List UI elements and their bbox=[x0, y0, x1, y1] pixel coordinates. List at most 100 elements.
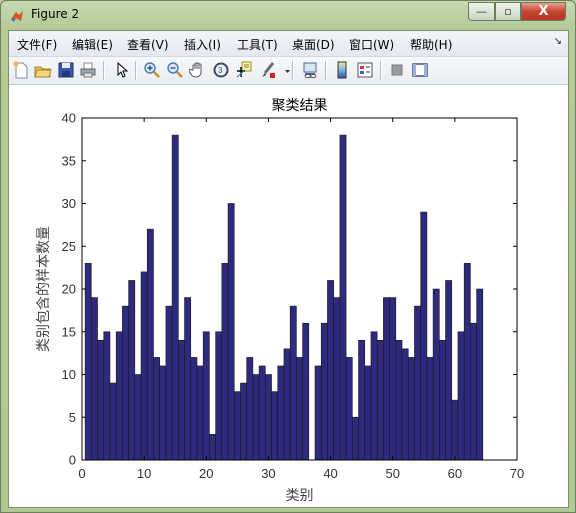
dock-arrow-icon[interactable]: ↘ bbox=[554, 36, 562, 47]
bar-category-15 bbox=[171, 134, 179, 461]
zoom-in-icon[interactable] bbox=[143, 61, 161, 79]
x-tick-label: 40 bbox=[323, 466, 337, 481]
bar-chart[interactable]: 0 10 20 30 40 50 60 700510152025303540 聚类结果 类别 … bbox=[9, 85, 568, 507]
brush-icon[interactable] bbox=[259, 61, 277, 79]
bar-category-24 bbox=[227, 203, 235, 461]
bar-category-36 bbox=[302, 322, 310, 461]
bar-category-54 bbox=[414, 305, 421, 461]
bar-category-23 bbox=[221, 263, 229, 461]
bar-category-48 bbox=[376, 340, 384, 461]
bar-category-55 bbox=[420, 211, 428, 461]
bar-category-19 bbox=[196, 365, 204, 461]
bar-category-21 bbox=[209, 434, 216, 461]
y-tick-label: 30 bbox=[62, 196, 76, 211]
open-file-icon[interactable] bbox=[34, 61, 52, 79]
bar-category-39 bbox=[320, 322, 328, 461]
minimize-button[interactable]: — bbox=[468, 2, 495, 21]
bar-category-26 bbox=[240, 382, 247, 461]
bar-category-18 bbox=[190, 357, 198, 461]
y-tick-label: 15 bbox=[62, 324, 76, 339]
bar-category-22 bbox=[215, 331, 223, 461]
bar-category-45 bbox=[358, 340, 366, 461]
pointer-icon[interactable] bbox=[113, 61, 131, 79]
maximize-button[interactable]: ▫ bbox=[495, 2, 521, 21]
bar-category-28 bbox=[252, 374, 260, 461]
bar-category-32 bbox=[277, 365, 285, 461]
bar-category-12 bbox=[153, 357, 160, 461]
bar-category-9 bbox=[134, 374, 142, 461]
bar-category-10 bbox=[140, 271, 148, 461]
bar-category-30 bbox=[265, 374, 272, 461]
x-axis-label: 类别 bbox=[286, 487, 314, 503]
bar-category-61 bbox=[457, 331, 465, 461]
bar-category-14 bbox=[165, 305, 173, 461]
toolbar-separator bbox=[380, 61, 382, 80]
minimize-icon: — bbox=[476, 5, 487, 18]
bar-category-33 bbox=[283, 348, 291, 461]
bar-category-8 bbox=[128, 280, 136, 461]
menu-tools[interactable]: 工具(T) bbox=[237, 36, 278, 53]
y-tick-label: 25 bbox=[62, 239, 76, 254]
menu-insert[interactable]: 插入(I) bbox=[184, 36, 221, 53]
close-icon: X bbox=[538, 4, 549, 19]
bar-category-43 bbox=[345, 357, 353, 461]
link-plot-icon[interactable] bbox=[301, 61, 319, 79]
bar-category-27 bbox=[246, 357, 254, 461]
y-tick-label: 20 bbox=[62, 282, 76, 297]
show-plot-tools-icon[interactable] bbox=[411, 61, 429, 79]
bar-category-3 bbox=[97, 340, 105, 461]
bar-category-2 bbox=[91, 297, 98, 461]
rotate-3d-icon[interactable]: 3 bbox=[212, 61, 230, 79]
zoom-out-icon[interactable] bbox=[166, 61, 184, 79]
x-tick-label: 70 bbox=[510, 466, 524, 481]
close-button[interactable]: X bbox=[521, 2, 566, 21]
x-tick-label: 50 bbox=[385, 466, 399, 481]
bar-category-60 bbox=[451, 399, 459, 461]
bar-category-44 bbox=[352, 416, 359, 461]
colorbar-icon[interactable] bbox=[333, 61, 351, 79]
save-icon[interactable] bbox=[57, 61, 75, 79]
bar-category-51 bbox=[395, 340, 403, 461]
bar-category-5 bbox=[109, 382, 117, 461]
pan-hand-icon[interactable] bbox=[189, 61, 207, 79]
menu-bar: 文件(F) 编辑(E) 查看(V) 插入(I) 工具(T) 桌面(D) 窗口(W… bbox=[9, 31, 568, 57]
bar-category-16 bbox=[178, 340, 185, 461]
menu-help[interactable]: 帮助(H) bbox=[410, 36, 452, 53]
menu-edit[interactable]: 编辑(E) bbox=[72, 36, 113, 53]
menu-window[interactable]: 窗口(W) bbox=[349, 36, 394, 53]
bar-category-62 bbox=[463, 263, 471, 461]
new-figure-icon[interactable] bbox=[12, 61, 30, 79]
bar-category-25 bbox=[233, 391, 241, 461]
toolbar-separator bbox=[135, 61, 137, 80]
bar-category-53 bbox=[407, 357, 415, 461]
x-tick-label: 10 bbox=[137, 466, 151, 481]
x-tick-label: 30 bbox=[261, 466, 275, 481]
bar-category-20 bbox=[202, 331, 210, 461]
hide-plot-tools-icon[interactable] bbox=[388, 61, 406, 79]
bar-category-46 bbox=[364, 365, 372, 461]
x-tick-label: 20 bbox=[199, 466, 213, 481]
title-bar[interactable]: Figure 2 — ▫ X bbox=[1, 1, 575, 29]
bar-category-13 bbox=[159, 365, 167, 461]
bar-category-63 bbox=[470, 322, 477, 461]
bar-category-38 bbox=[314, 365, 322, 461]
legend-icon[interactable] bbox=[356, 61, 374, 79]
bar-category-29 bbox=[258, 365, 266, 461]
data-cursor-icon[interactable] bbox=[235, 61, 253, 79]
bar-category-35 bbox=[296, 357, 303, 461]
bar-category-50 bbox=[389, 297, 397, 461]
figure-canvas: 0 10 20 30 40 50 60 70 0 5 10 15 20 25 30 35 40 聚类结果 类别 … bbox=[9, 85, 568, 507]
menu-view[interactable]: 查看(V) bbox=[127, 36, 169, 53]
bar-category-11 bbox=[146, 228, 154, 461]
window-title: Figure 2 bbox=[31, 7, 80, 21]
y-tick-label: 40 bbox=[62, 111, 76, 126]
menu-file[interactable]: 文件(F) bbox=[17, 36, 57, 53]
x-tick-label: 60 bbox=[448, 466, 462, 481]
bar-category-47 bbox=[370, 331, 378, 461]
chart-title: 聚类结果 bbox=[272, 97, 328, 113]
bar-series bbox=[84, 134, 484, 461]
bar-category-4 bbox=[103, 331, 111, 461]
menu-desktop[interactable]: 桌面(D) bbox=[292, 36, 335, 53]
brush-dropdown-icon[interactable] bbox=[279, 61, 290, 79]
print-icon[interactable] bbox=[79, 61, 97, 79]
